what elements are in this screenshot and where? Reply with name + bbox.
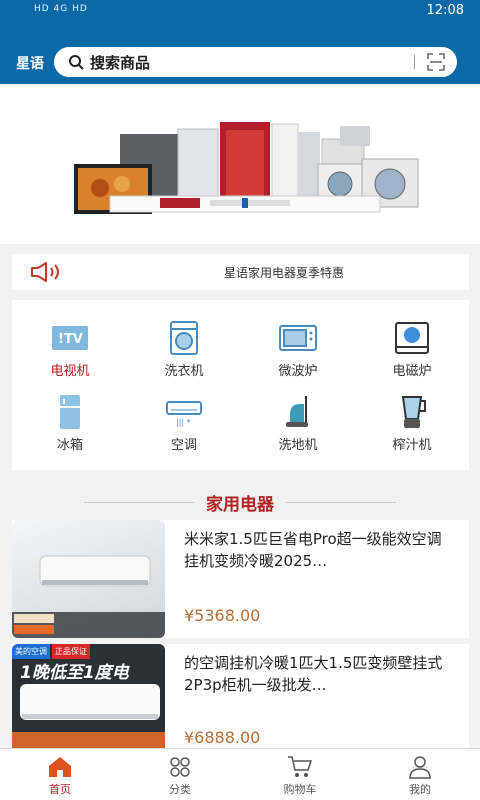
category-juicer[interactable]: 榨汁机 xyxy=(356,394,468,453)
search-divider xyxy=(414,55,415,69)
tab-label: 分类 xyxy=(169,783,191,796)
product-price: ¥5368.00 xyxy=(184,606,261,625)
product-price: ¥6888.00 xyxy=(184,728,261,747)
category-induction[interactable]: 电磁炉 xyxy=(356,320,468,379)
tab-home[interactable]: 首页 xyxy=(20,755,100,797)
air-conditioner-icon: ||| * xyxy=(166,401,202,427)
category-label: 洗衣机 xyxy=(164,364,204,379)
product-image: 美的空调 正品保证 1晚低至1度电 xyxy=(12,644,165,748)
product-card[interactable]: 美的空调 正品保证 1晚低至1度电 的空调挂机冷暖1匹大1.5匹变频壁挂式2P3… xyxy=(12,644,469,748)
category-label: 空调 xyxy=(170,438,197,453)
status-bar: HD 4G HD 12:08 xyxy=(0,0,480,26)
svg-text:||| *: ||| * xyxy=(176,418,191,427)
brand-label: 星语 xyxy=(16,56,44,72)
svg-text:!TV: !TV xyxy=(58,332,83,347)
category-label: 电视机 xyxy=(50,364,90,379)
product-title: 米米家1.5匹巨省电Pro超一级能效空调挂机变频冷暖2025… xyxy=(184,530,442,570)
tab-profile[interactable]: 我的 xyxy=(380,755,460,797)
signal-indicators: HD 4G HD xyxy=(34,4,88,14)
section-header: 家用电器 xyxy=(0,490,480,515)
home-icon xyxy=(49,757,71,777)
tv-icon: !TV xyxy=(52,326,88,350)
search-icon xyxy=(69,55,84,70)
tab-label: 首页 xyxy=(49,783,71,796)
search-bar[interactable]: 搜索商品 xyxy=(54,47,457,77)
product-card[interactable]: 米米家1.5匹巨省电Pro超一级能效空调挂机变频冷暖2025… ¥5368.00 xyxy=(12,520,469,638)
juicer-icon xyxy=(401,396,426,428)
scan-icon[interactable] xyxy=(427,53,445,71)
cart-icon xyxy=(288,756,313,777)
category-label: 洗地机 xyxy=(278,438,318,453)
induction-cooker-icon xyxy=(395,322,429,354)
category-floor-washer[interactable]: 洗地机 xyxy=(242,394,354,453)
category-icon xyxy=(170,757,190,777)
notice-text: 星语家用电器夏季特惠 xyxy=(224,266,345,280)
category-fridge[interactable]: 冰箱 xyxy=(14,394,126,453)
category-label: 电磁炉 xyxy=(392,364,432,379)
tab-label: 我的 xyxy=(409,783,431,796)
notice-bar[interactable]: 星语家用电器夏季特惠 xyxy=(12,254,469,290)
tab-cart[interactable]: 购物车 xyxy=(260,755,340,797)
category-label: 冰箱 xyxy=(56,438,83,453)
category-label: 微波炉 xyxy=(278,364,318,379)
category-ac[interactable]: ||| * 空调 xyxy=(128,394,240,453)
floor-washer-icon xyxy=(286,396,308,427)
tab-label: 购物车 xyxy=(283,783,317,796)
tab-category[interactable]: 分类 xyxy=(140,755,220,797)
category-tv[interactable]: !TV 电视机 xyxy=(14,320,126,379)
speaker-icon xyxy=(31,262,59,282)
section-divider-right xyxy=(286,502,396,503)
user-icon xyxy=(409,756,431,779)
washing-machine-icon xyxy=(170,321,198,355)
section-title: 家用电器 xyxy=(198,490,282,515)
banner-image[interactable] xyxy=(0,84,480,244)
ac-unit-illustration xyxy=(12,684,165,748)
microwave-icon xyxy=(279,325,317,351)
product-image xyxy=(12,520,165,638)
clock: 12:08 xyxy=(426,3,464,18)
bottom-tab-bar: 首页 分类 购物车 我的 xyxy=(0,748,480,800)
category-label: 榨汁机 xyxy=(392,438,432,453)
appliances-illustration xyxy=(74,122,419,214)
category-grid: !TV 电视机 洗衣机 微波炉 电磁炉 冰箱 ||| * 空调 洗地机 榨汁机 xyxy=(12,300,469,470)
fridge-icon xyxy=(60,395,80,429)
ac-unit-illustration xyxy=(12,555,165,638)
category-washer[interactable]: 洗衣机 xyxy=(128,320,240,379)
category-microwave[interactable]: 微波炉 xyxy=(242,320,354,379)
section-divider-left xyxy=(84,502,194,503)
product-title: 的空调挂机冷暖1匹大1.5匹变频壁挂式2P3p柜机一级批发… xyxy=(184,654,443,694)
search-placeholder: 搜索商品 xyxy=(90,53,151,72)
